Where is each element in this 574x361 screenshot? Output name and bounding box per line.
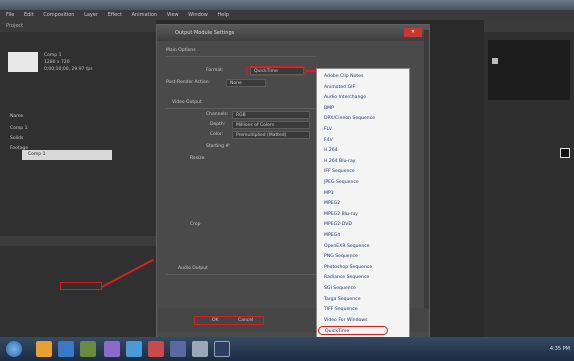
- dropdown-item[interactable]: H.264: [318, 146, 408, 155]
- effects-panel-header: [484, 20, 574, 32]
- dropdown-item[interactable]: MPEG4: [318, 231, 408, 240]
- explorer-icon[interactable]: [36, 341, 52, 357]
- dropdown-item[interactable]: Video For Windows: [318, 316, 408, 325]
- dropdown-item[interactable]: Audio Interchange: [318, 93, 408, 102]
- dropdown-item[interactable]: Radiance Sequence: [318, 273, 408, 282]
- menu-bar: File Edit Composition Layer Effect Anima…: [0, 10, 574, 20]
- format-highlight: [246, 66, 306, 76]
- depth-select[interactable]: Millions of Colors: [232, 121, 310, 129]
- menu-help[interactable]: Help: [217, 12, 228, 18]
- app-icon[interactable]: [104, 341, 120, 357]
- audio-output-label[interactable]: Audio Output: [178, 266, 208, 271]
- menu-effect[interactable]: Effect: [108, 12, 122, 18]
- dropdown-item[interactable]: Photoshop Sequence: [318, 263, 408, 272]
- dropdown-item[interactable]: JPEG Sequence: [318, 178, 408, 187]
- window-title-bar: [0, 0, 574, 10]
- dropdown-item[interactable]: MPEG2 Blu-ray: [318, 210, 408, 219]
- post-render-label: Post-Render Action:: [166, 80, 211, 85]
- dropdown-item[interactable]: FLV: [318, 125, 408, 134]
- timeline-header: [0, 236, 156, 246]
- menu-window[interactable]: Window: [188, 12, 208, 18]
- project-item-selected[interactable]: Comp 1: [22, 150, 112, 160]
- menu-layer[interactable]: Layer: [84, 12, 98, 18]
- dropdown-item-selected[interactable]: QuickTime: [318, 326, 388, 336]
- media-icon[interactable]: [80, 341, 96, 357]
- project-panel-title: Project: [0, 20, 156, 32]
- panel-icon: [492, 58, 498, 64]
- browser-icon[interactable]: [58, 341, 74, 357]
- app-icon[interactable]: [148, 341, 164, 357]
- menu-animation[interactable]: Animation: [132, 12, 158, 18]
- crop-label[interactable]: Crop: [190, 222, 201, 227]
- app-icon[interactable]: [126, 341, 142, 357]
- dropdown-item[interactable]: PNG Sequence: [318, 252, 408, 261]
- dropdown-item[interactable]: IFF Sequence: [318, 167, 408, 176]
- dropdown-item[interactable]: OpenEXR Sequence: [318, 242, 408, 251]
- color-label: Color:: [210, 132, 224, 137]
- divider: [166, 56, 316, 57]
- dropdown-item[interactable]: MP3: [318, 189, 408, 198]
- color-swatch-icon[interactable]: [560, 148, 570, 158]
- starting-number-label: Starting #:: [206, 144, 231, 149]
- dialog-title: Output Module Settings: [157, 25, 429, 41]
- project-column-header[interactable]: Name: [4, 112, 152, 122]
- color-select[interactable]: Premultiplied (Matted): [232, 131, 310, 139]
- comp-info-duration: 0;00;10;00, 29.97 fps: [44, 67, 93, 72]
- divider: [166, 108, 316, 109]
- comp-info-name: Comp 1: [44, 53, 62, 58]
- post-render-select[interactable]: None: [226, 79, 266, 87]
- comp-info: Comp 1 1280 x 720 0;00;10;00, 29.97 fps: [44, 52, 114, 73]
- menu-composition[interactable]: Composition: [43, 12, 74, 18]
- divider: [166, 274, 316, 275]
- menu-view[interactable]: View: [167, 12, 179, 18]
- resize-label[interactable]: Resize: [190, 156, 204, 161]
- app-icon[interactable]: [170, 341, 186, 357]
- dialog-scrollbar[interactable]: [424, 30, 429, 310]
- dropdown-item[interactable]: MPEG2-DVD: [318, 220, 408, 229]
- channels-select[interactable]: RGB: [232, 111, 310, 119]
- app-icon[interactable]: [214, 341, 230, 357]
- dropdown-item[interactable]: F4V: [318, 136, 408, 145]
- project-item[interactable]: Solids: [4, 134, 152, 144]
- timeline-highlight: [60, 282, 102, 290]
- main-options-label: Main Options: [166, 48, 196, 53]
- dropdown-item[interactable]: MPEG2: [318, 199, 408, 208]
- dropdown-item[interactable]: Targa Sequence: [318, 295, 408, 304]
- close-button[interactable]: ✕: [404, 28, 422, 37]
- comp-info-size: 1280 x 720: [44, 60, 70, 65]
- system-tray-clock[interactable]: 4:35 PM: [446, 340, 570, 358]
- dropdown-item[interactable]: Adobe Clip Notes: [318, 72, 408, 81]
- info-panel: [488, 40, 570, 100]
- project-item[interactable]: Comp 1: [4, 124, 152, 134]
- dropdown-item[interactable]: H.264 Blu-ray: [318, 157, 408, 166]
- video-output-label: Video Output: [172, 100, 202, 105]
- menu-file[interactable]: File: [6, 12, 14, 18]
- dropdown-item[interactable]: SGI Sequence: [318, 284, 408, 293]
- dropdown-item[interactable]: BMP: [318, 104, 408, 113]
- after-effects-icon[interactable]: [192, 341, 208, 357]
- start-button[interactable]: [6, 341, 22, 357]
- dropdown-item[interactable]: Animated GIF: [318, 83, 408, 92]
- dropdown-item[interactable]: DPX/Cineon Sequence: [318, 114, 408, 123]
- depth-label: Depth:: [210, 122, 226, 127]
- dropdown-item[interactable]: TIFF Sequence: [318, 305, 408, 314]
- comp-thumbnail: [8, 52, 38, 72]
- format-label: Format:: [206, 68, 224, 73]
- channels-label: Channels:: [206, 112, 229, 117]
- menu-edit[interactable]: Edit: [24, 12, 34, 18]
- ok-highlight: [194, 316, 264, 325]
